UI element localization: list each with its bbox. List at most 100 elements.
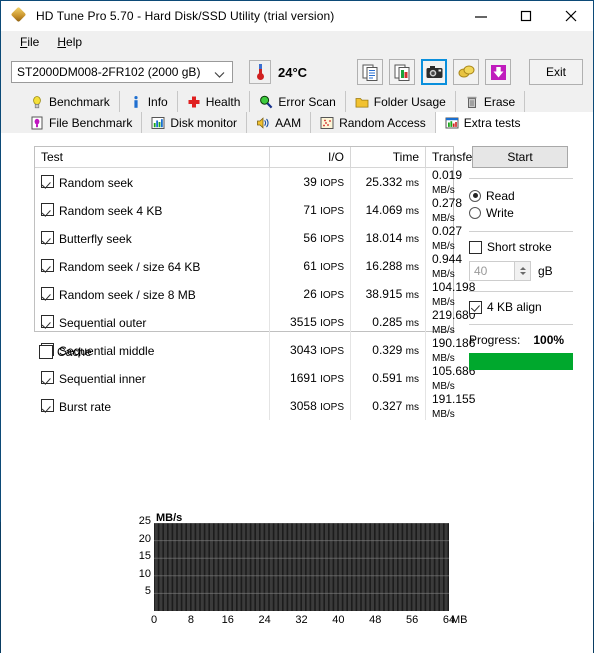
cache-label: Cache bbox=[57, 345, 92, 359]
table-row[interactable]: Butterfly seek 56 IOPS 18.014 ms 0.027 MB/s bbox=[35, 224, 462, 252]
results-table-container: Test I/O Time Transfer Random seek 39 IOP… bbox=[34, 146, 476, 420]
test-name-cell[interactable]: Random seek bbox=[35, 167, 270, 196]
tab-random-access[interactable]: Random Access bbox=[311, 112, 436, 134]
copy-text-icon[interactable] bbox=[357, 59, 383, 85]
time-unit: ms bbox=[405, 234, 419, 245]
tab-label: Health bbox=[205, 94, 241, 109]
start-button[interactable]: Start bbox=[472, 146, 568, 168]
tab-erase[interactable]: Erase bbox=[455, 91, 526, 112]
cache-checkbox[interactable]: Cache bbox=[39, 345, 92, 359]
tab-aam[interactable]: AAM bbox=[247, 112, 312, 134]
extra-tests-panel: Test I/O Time Transfer Random seek 39 IOP… bbox=[1, 133, 593, 653]
short-stroke-stepper[interactable]: 40 bbox=[469, 261, 531, 281]
io-cell: 26 IOPS bbox=[269, 280, 351, 308]
toolbar: ST2000DM008-2FR102 (2000 gB) 24°C Exit bbox=[1, 53, 593, 91]
short-stroke-checkbox-box bbox=[469, 240, 482, 254]
screenshot-camera-icon[interactable] bbox=[421, 59, 447, 85]
io-unit: IOPS bbox=[320, 346, 344, 357]
row-checkbox[interactable] bbox=[41, 398, 54, 412]
results-table: Test I/O Time Transfer Random seek 39 IOP… bbox=[35, 147, 476, 420]
title-bar: HD Tune Pro 5.70 - Hard Disk/SSD Utility… bbox=[1, 1, 593, 31]
drive-select-value: ST2000DM008-2FR102 (2000 gB) bbox=[17, 65, 201, 79]
extra-tests-icon bbox=[445, 116, 459, 130]
time-cell: 0.329 ms bbox=[350, 336, 426, 364]
menu-item-help[interactable]: Help bbox=[48, 33, 91, 51]
tab-file-benchmark[interactable]: File Benchmark bbox=[21, 112, 143, 134]
table-row[interactable]: Sequential middle 3043 IOPS 0.329 ms 190.18… bbox=[35, 336, 475, 364]
tab-disk-monitor[interactable]: Disk monitor bbox=[142, 112, 248, 134]
table-row[interactable]: Sequential inner 1691 IOPS 0.591 ms 105.686… bbox=[35, 364, 475, 392]
tab-info[interactable]: Info bbox=[119, 91, 178, 112]
short-stroke-size-row: 40 gB bbox=[469, 261, 577, 281]
copy-image-icon[interactable] bbox=[389, 59, 415, 85]
time-value: 0.329 bbox=[372, 343, 403, 357]
stepper-arrows[interactable] bbox=[514, 262, 530, 280]
time-unit: ms bbox=[405, 402, 419, 413]
test-name: Sequential inner bbox=[59, 371, 146, 386]
row-checkbox[interactable] bbox=[41, 286, 54, 300]
table-row[interactable]: Random seek / size 8 MB 26 IOPS 38.915 ms 1… bbox=[35, 280, 475, 308]
maximize-button[interactable] bbox=[503, 1, 548, 31]
table-row[interactable]: Random seek 39 IOPS 25.332 ms 0.019 MB/s bbox=[35, 167, 462, 196]
chart-x-tick: 16 bbox=[221, 614, 234, 626]
column-header-time: Time bbox=[350, 147, 426, 168]
align-checkbox[interactable]: 4 KB align bbox=[469, 300, 577, 314]
table-row[interactable]: Burst rate 3058 IOPS 0.327 ms 191.155 MB/s bbox=[35, 392, 475, 420]
info-icon bbox=[129, 95, 143, 109]
test-name-cell[interactable]: Random seek 4 KB bbox=[35, 196, 270, 224]
stepper-down-icon[interactable] bbox=[519, 272, 526, 275]
chart-y-tick: 20 bbox=[138, 532, 151, 545]
test-name: Random seek bbox=[59, 175, 134, 190]
test-name-cell[interactable]: Random seek / size 8 MB bbox=[35, 280, 270, 308]
table-row[interactable]: Sequential outer 3515 IOPS 0.285 ms 219.680… bbox=[35, 308, 475, 336]
io-unit: IOPS bbox=[320, 318, 344, 329]
tab-label: Disk monitor bbox=[170, 116, 238, 130]
test-name-cell[interactable]: Sequential inner bbox=[35, 364, 270, 392]
io-value: 71 bbox=[303, 203, 317, 217]
tab-label: Error Scan bbox=[278, 94, 336, 109]
application-window: HD Tune Pro 5.70 - Hard Disk/SSD Utility… bbox=[0, 0, 594, 653]
close-button[interactable] bbox=[548, 1, 593, 31]
read-radio-circle bbox=[469, 189, 481, 202]
table-row[interactable]: Random seek 4 KB 71 IOPS 14.069 ms 0.278 MB… bbox=[35, 196, 462, 224]
read-radio[interactable]: Read bbox=[469, 187, 577, 204]
io-value: 56 bbox=[303, 231, 317, 245]
tab-label: Benchmark bbox=[49, 94, 110, 109]
chart-x-tick: 40 bbox=[332, 614, 345, 626]
row-checkbox[interactable] bbox=[41, 202, 54, 216]
results-table-body: Random seek 39 IOPS 25.332 ms 0.019 MB/s Ran… bbox=[35, 167, 475, 420]
test-name-cell[interactable]: Butterfly seek bbox=[35, 224, 270, 252]
table-row[interactable]: Random seek / size 64 KB 61 IOPS 16.288 ms… bbox=[35, 252, 462, 280]
row-checkbox[interactable] bbox=[41, 314, 54, 328]
cache-checkbox-box bbox=[39, 345, 53, 359]
time-value: 0.591 bbox=[372, 371, 403, 385]
test-name-cell[interactable]: Sequential outer bbox=[35, 308, 270, 336]
test-name-cell[interactable]: Burst rate bbox=[35, 392, 270, 420]
coins-icon[interactable] bbox=[453, 59, 479, 85]
transfer-unit: MB/s bbox=[432, 269, 455, 280]
table-header-row: Test I/O Time Transfer bbox=[35, 147, 476, 168]
time-unit: ms bbox=[405, 318, 419, 329]
drive-select[interactable]: ST2000DM008-2FR102 (2000 gB) bbox=[11, 61, 233, 83]
tab-health[interactable]: Health bbox=[177, 91, 251, 112]
row-checkbox[interactable] bbox=[41, 230, 54, 244]
download-icon[interactable] bbox=[485, 59, 511, 85]
short-stroke-checkbox[interactable]: Short stroke bbox=[469, 240, 577, 254]
tab-error-scan[interactable]: Error Scan bbox=[250, 91, 346, 112]
lightbulb-icon bbox=[30, 95, 44, 109]
menu-item-file[interactable]: File bbox=[11, 33, 48, 51]
stepper-up-icon[interactable] bbox=[519, 267, 526, 270]
test-name-cell[interactable]: Random seek / size 64 KB bbox=[35, 252, 270, 280]
tab-label: Random Access bbox=[339, 116, 426, 130]
tab-benchmark[interactable]: Benchmark bbox=[21, 91, 120, 112]
exit-button[interactable]: Exit bbox=[529, 59, 583, 85]
row-checkbox[interactable] bbox=[41, 370, 54, 384]
test-name: Butterfly seek bbox=[59, 231, 132, 246]
row-checkbox[interactable] bbox=[41, 174, 54, 188]
write-radio[interactable]: Write bbox=[469, 204, 577, 221]
tab-folder-usage[interactable]: Folder Usage bbox=[345, 91, 456, 112]
minimize-button[interactable] bbox=[458, 1, 503, 31]
chart-y-tick: 25 bbox=[138, 515, 151, 527]
tab-extra-tests[interactable]: Extra tests bbox=[435, 112, 593, 134]
row-checkbox[interactable] bbox=[41, 258, 54, 272]
